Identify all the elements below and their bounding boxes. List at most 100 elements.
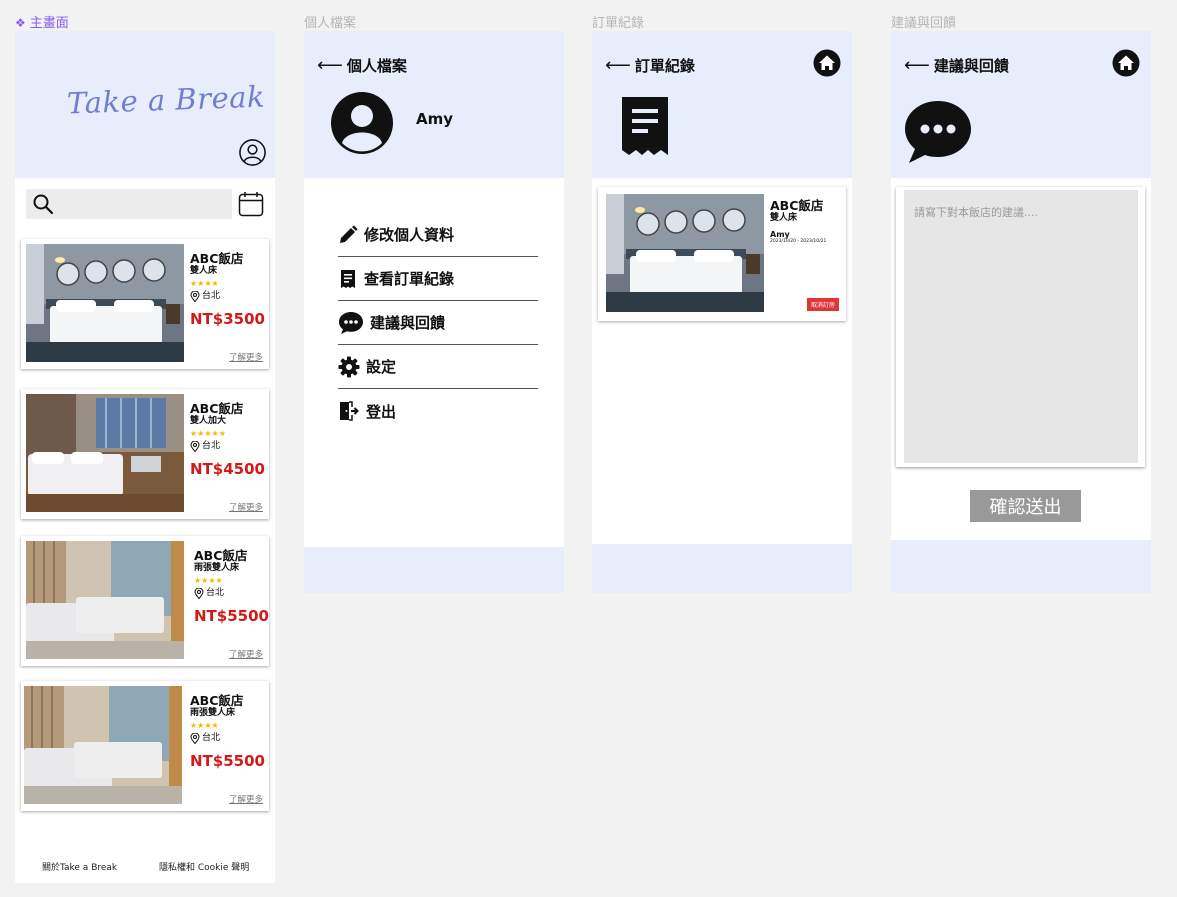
cancel-booking-button[interactable]: 取消訂房 xyxy=(806,298,839,311)
profile-menu: 修改個人資料 查看訂單紀錄 建議與回饋 設定 登出 xyxy=(338,213,538,433)
hotel-photo xyxy=(26,394,184,512)
hotel-card[interactable]: ABC飯店 雨張雙人床 ★★★★ 台北 NT$5500 了解更多 xyxy=(21,536,269,666)
hotel-location: 台北 xyxy=(190,290,270,302)
orders-screen: ⟵ 訂單紀錄 ABC飯店 雙人床 Amy 2023/10/20 - 2023/1… xyxy=(592,31,852,593)
home-header: Take a Break xyxy=(15,31,275,178)
menu-order-history[interactable]: 查看訂單紀錄 xyxy=(338,257,538,301)
star-rating: ★★★★ xyxy=(190,721,219,730)
page-title: 建議與回饋 xyxy=(933,57,1009,75)
learn-more-link[interactable]: 了解更多 xyxy=(229,351,263,363)
search-bar[interactable] xyxy=(26,189,232,219)
hotel-name: ABC飯店 xyxy=(190,251,244,266)
pencil-icon xyxy=(340,225,358,243)
logout-icon xyxy=(340,401,359,421)
search-input[interactable] xyxy=(60,193,225,215)
receipt-icon xyxy=(341,269,355,288)
back-button[interactable]: ⟵ 訂單紀錄 xyxy=(605,55,695,76)
profile-name: Amy xyxy=(416,110,454,128)
order-card[interactable]: ABC飯店 雙人床 Amy 2023/10/20 - 2023/10/21 取消… xyxy=(598,187,846,321)
hotel-location: 台北 xyxy=(194,587,274,599)
location-pin-icon xyxy=(190,732,200,744)
guest-name: Amy xyxy=(770,230,790,239)
room-type: 雙人加大 xyxy=(190,416,227,426)
hotel-price: NT$5500 xyxy=(194,607,269,625)
location-text: 台北 xyxy=(206,588,225,598)
hotel-card[interactable]: ABC飯店 雨張雙人床 ★★★★ 台北 NT$5500 了解更多 xyxy=(21,681,269,811)
profile-footer-bar xyxy=(304,547,564,593)
home-screen: Take a Break ABC飯店 雙人床 ★★★★ 台北 NT$3500 了… xyxy=(15,31,275,883)
hotel-location: 台北 xyxy=(190,440,270,452)
hotel-photo xyxy=(26,244,184,362)
star-rating: ★★★★ xyxy=(190,279,219,288)
feedback-footer-bar xyxy=(891,540,1151,593)
orders-header: ⟵ 訂單紀錄 xyxy=(592,31,852,178)
hotel-photo xyxy=(26,541,184,659)
learn-more-link[interactable]: 了解更多 xyxy=(229,648,263,660)
about-link[interactable]: 關於Take a Break xyxy=(42,860,117,873)
hotel-card[interactable]: ABC飯店 雙人床 ★★★★ 台北 NT$3500 了解更多 xyxy=(21,239,269,369)
home-frame-label-text: 主畫面 xyxy=(29,16,69,31)
star-rating: ★★★★★ xyxy=(190,429,226,438)
feedback-screen: ⟵ 建議與回饋 確認送出 xyxy=(891,31,1151,593)
feedback-textarea[interactable] xyxy=(904,190,1138,463)
hotel-price: NT$3500 xyxy=(190,310,265,328)
back-button[interactable]: ⟵ 建議與回饋 xyxy=(904,55,1009,76)
hotel-name: ABC飯店 xyxy=(194,548,248,563)
feedback-frame-label: 建議與回饋 xyxy=(891,16,957,31)
menu-label: 建議與回饋 xyxy=(370,314,446,332)
profile-screen: ⟵ 個人檔案 Amy 修改個人資料 查看訂單紀錄 建議與回饋 設定 登出 xyxy=(304,31,564,593)
back-arrow-icon: ⟵ xyxy=(317,55,343,76)
component-icon: ❖ xyxy=(15,16,26,30)
home-icon[interactable] xyxy=(813,49,841,77)
feedback-box xyxy=(896,187,1145,467)
location-pin-icon xyxy=(194,587,204,599)
back-arrow-icon: ⟵ xyxy=(904,55,930,76)
location-text: 台北 xyxy=(202,733,221,743)
hotel-card[interactable]: ABC飯店 雙人加大 ★★★★★ 台北 NT$4500 了解更多 xyxy=(21,389,269,519)
hotel-price: NT$5500 xyxy=(190,752,265,770)
stay-dates: 2023/10/20 - 2023/10/21 xyxy=(770,239,827,244)
menu-logout[interactable]: 登出 xyxy=(338,389,538,433)
home-icon[interactable] xyxy=(1112,49,1140,77)
hotel-info: ABC飯店 雨張雙人床 ★★★★ 台北 NT$5500 xyxy=(194,548,274,626)
room-type: 雨張雙人床 xyxy=(194,563,240,573)
search-icon xyxy=(33,194,54,215)
user-account-icon[interactable] xyxy=(238,138,267,167)
hotel-name: ABC飯店 xyxy=(190,401,244,416)
room-type: 雨張雙人床 xyxy=(190,708,236,718)
back-button[interactable]: ⟵ 個人檔案 xyxy=(317,55,407,76)
hotel-photo xyxy=(24,686,182,804)
hotel-photo xyxy=(606,194,764,312)
home-frame-label: ❖ 主畫面 xyxy=(15,12,69,31)
learn-more-link[interactable]: 了解更多 xyxy=(229,501,263,513)
receipt-icon xyxy=(622,97,668,155)
privacy-link[interactable]: 隱私權和 Cookie 聲明 xyxy=(159,860,249,873)
app-logo: Take a Break xyxy=(66,79,266,121)
page-title: 個人檔案 xyxy=(346,57,407,75)
hotel-info: ABC飯店 雙人加大 ★★★★★ 台北 NT$4500 xyxy=(190,401,270,479)
menu-label: 登出 xyxy=(366,402,397,421)
hotel-location: 台北 xyxy=(190,732,270,744)
feedback-header: ⟵ 建議與回饋 xyxy=(891,31,1151,178)
hotel-info: ABC飯店 雨張雙人床 ★★★★ 台北 NT$5500 xyxy=(190,694,270,771)
gear-icon xyxy=(338,356,360,377)
menu-edit-profile[interactable]: 修改個人資料 xyxy=(338,213,538,257)
hotel-name: ABC飯店 xyxy=(770,198,824,213)
menu-feedback[interactable]: 建議與回饋 xyxy=(338,301,538,345)
room-type: 雙人床 xyxy=(770,213,798,223)
location-pin-icon xyxy=(190,290,200,302)
hotel-price: NT$4500 xyxy=(190,460,265,478)
page-title: 訂單紀錄 xyxy=(634,57,695,75)
chat-bubble-icon xyxy=(339,311,363,334)
learn-more-link[interactable]: 了解更多 xyxy=(229,793,263,805)
room-type: 雙人床 xyxy=(190,266,218,276)
menu-settings[interactable]: 設定 xyxy=(338,345,538,389)
calendar-icon[interactable] xyxy=(238,191,264,217)
orders-frame-label: 訂單紀錄 xyxy=(592,16,645,31)
order-info: ABC飯店 雙人床 Amy 2023/10/20 - 2023/10/21 xyxy=(770,199,842,245)
location-pin-icon xyxy=(190,440,200,452)
profile-frame-label: 個人檔案 xyxy=(304,16,357,31)
submit-button[interactable]: 確認送出 xyxy=(970,490,1081,522)
orders-footer-bar xyxy=(592,544,852,593)
hotel-info: ABC飯店 雙人床 ★★★★ 台北 NT$3500 xyxy=(190,251,270,329)
